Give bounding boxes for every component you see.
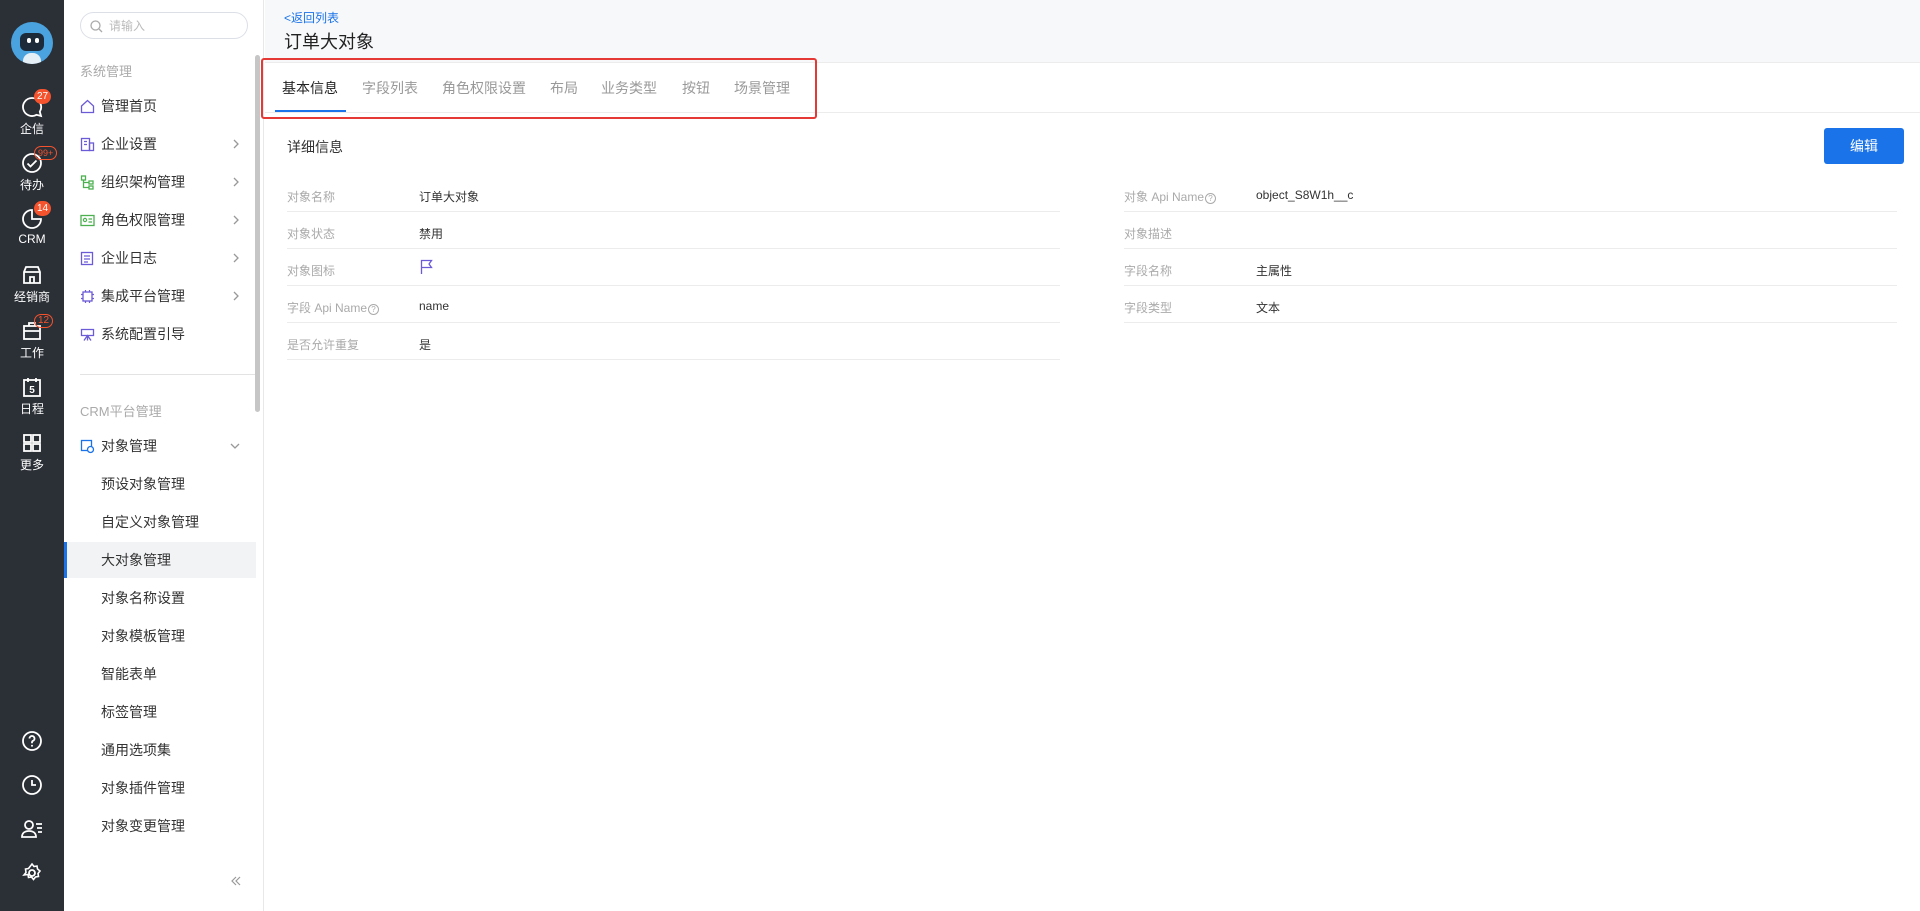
sidebar-subitem-smart-forms[interactable]: 智能表单 (64, 656, 256, 692)
id-card-icon (80, 214, 95, 227)
help-button[interactable] (0, 730, 64, 757)
sidebar-item-enterprise-log[interactable]: 企业日志 (64, 242, 256, 274)
admin-sidebar: 系统管理 管理首页 企业设置 组织架构管理 角色权限管理 企业日志 集成平台管理… (64, 0, 264, 911)
unread-badge: 27 (34, 89, 52, 104)
field-row-object-status: 对象状态 禁用 (287, 212, 1060, 249)
chevron-right-icon (233, 215, 239, 225)
tabs-highlight-box (261, 58, 817, 119)
field-row-field-name: 字段名称 主属性 (1124, 249, 1897, 286)
log-icon (80, 251, 94, 266)
rail-item-more[interactable]: 更多 (0, 432, 64, 473)
help-icon (22, 731, 42, 751)
field-row-allow-duplicate: 是否允许重复 是 (287, 323, 1060, 360)
page-header: <返回列表 订单大对象 (265, 0, 1920, 63)
detail-section-title: 详细信息 (287, 139, 343, 155)
chevron-right-icon (233, 253, 239, 263)
flag-icon (420, 259, 433, 274)
history-button[interactable] (0, 774, 64, 801)
sidebar-subitem-object-naming[interactable]: 对象名称设置 (64, 580, 256, 616)
field-row-object-description: 对象描述 (1124, 212, 1897, 249)
rail-item-crm[interactable]: CRM 14 (0, 201, 64, 246)
page-title: 订单大对象 (284, 32, 374, 52)
work-badge: 12 (34, 314, 54, 328)
settings-button[interactable] (0, 862, 64, 889)
chevron-right-icon (233, 139, 239, 149)
rail-item-work[interactable]: 工作 12 (0, 314, 64, 361)
user-avatar[interactable] (11, 22, 53, 64)
gear-icon (22, 862, 42, 881)
field-row-object-name: 对象名称 订单大对象 (287, 175, 1060, 212)
guide-icon (80, 328, 95, 341)
svg-text:5: 5 (29, 385, 35, 396)
rail-item-todo[interactable]: 待办 99+ (0, 146, 64, 193)
sidebar-item-admin-home[interactable]: 管理首页 (64, 90, 256, 122)
back-to-list-link[interactable]: <返回列表 (284, 9, 339, 26)
todo-badge: 99+ (34, 146, 58, 160)
store-icon (23, 266, 41, 284)
sidebar-item-config-guide[interactable]: 系统配置引导 (64, 318, 256, 350)
section-title-crm: CRM平台管理 (80, 404, 162, 419)
sidebar-subitem-object-plugins[interactable]: 对象插件管理 (64, 770, 256, 806)
sidebar-item-integration-platform[interactable]: 集成平台管理 (64, 280, 256, 312)
contacts-button[interactable] (0, 818, 64, 845)
sidebar-subitem-tags[interactable]: 标签管理 (64, 694, 256, 730)
field-row-field-type: 字段类型 文本 (1124, 286, 1897, 323)
sidebar-item-enterprise-settings[interactable]: 企业设置 (64, 128, 256, 160)
sidebar-item-role-permissions[interactable]: 角色权限管理 (64, 204, 256, 236)
calendar-icon: 5 (23, 378, 41, 397)
sidebar-divider (80, 374, 256, 375)
sidebar-subitem-object-changes[interactable]: 对象变更管理 (64, 808, 256, 844)
chip-icon (81, 290, 94, 303)
help-icon[interactable]: ? (368, 304, 380, 315)
grid-icon (23, 434, 41, 452)
edit-button[interactable]: 编辑 (1824, 128, 1904, 164)
sidebar-subitem-custom-objects[interactable]: 自定义对象管理 (64, 504, 256, 540)
sidebar-scrollbar[interactable] (255, 55, 260, 412)
search-input[interactable] (109, 17, 239, 34)
object-settings-icon (80, 439, 95, 454)
chevron-right-icon (233, 177, 239, 187)
clock-icon (22, 775, 42, 795)
main-content: <返回列表 订单大对象 基本信息 字段列表 角色权限设置 布局 业务类型 按钮 … (261, 0, 1920, 911)
help-icon[interactable]: ? (1205, 193, 1217, 204)
org-chart-icon (80, 175, 94, 190)
app-rail: 企信 27 待办 99+ CRM 14 经销商 工作 12 5 日程 更多 (0, 0, 64, 911)
field-row-object-api-name: 对象 Api Name? object_S8W1h__c (1124, 175, 1897, 212)
home-icon (80, 99, 95, 114)
field-row-object-icon: 对象图标 (287, 249, 1060, 286)
sidebar-subitem-object-templates[interactable]: 对象模板管理 (64, 618, 256, 654)
search-icon (90, 20, 103, 33)
field-row-field-api-name: 字段 Api Name? name (287, 286, 1060, 323)
section-title-system: 系统管理 (80, 64, 133, 79)
robot-icon (20, 33, 44, 51)
user-list-icon (21, 820, 42, 838)
sidebar-subitem-big-objects[interactable]: 大对象管理 (64, 542, 256, 578)
sidebar-search[interactable] (80, 12, 248, 39)
building-icon (80, 137, 95, 152)
sidebar-item-org-structure[interactable]: 组织架构管理 (64, 166, 256, 198)
chevron-down-icon (230, 443, 240, 449)
rail-item-schedule[interactable]: 5 日程 (0, 376, 64, 417)
rail-item-qixin[interactable]: 企信 27 (0, 89, 64, 137)
sidebar-subitem-option-sets[interactable]: 通用选项集 (64, 732, 256, 768)
sidebar-subitem-preset-objects[interactable]: 预设对象管理 (64, 466, 256, 502)
crm-badge: 14 (34, 201, 52, 216)
chevron-right-icon (233, 291, 239, 301)
collapse-sidebar-icon[interactable] (231, 876, 241, 886)
rail-item-dealer[interactable]: 经销商 (0, 264, 64, 305)
sidebar-item-object-mgmt[interactable]: 对象管理 (64, 430, 256, 462)
